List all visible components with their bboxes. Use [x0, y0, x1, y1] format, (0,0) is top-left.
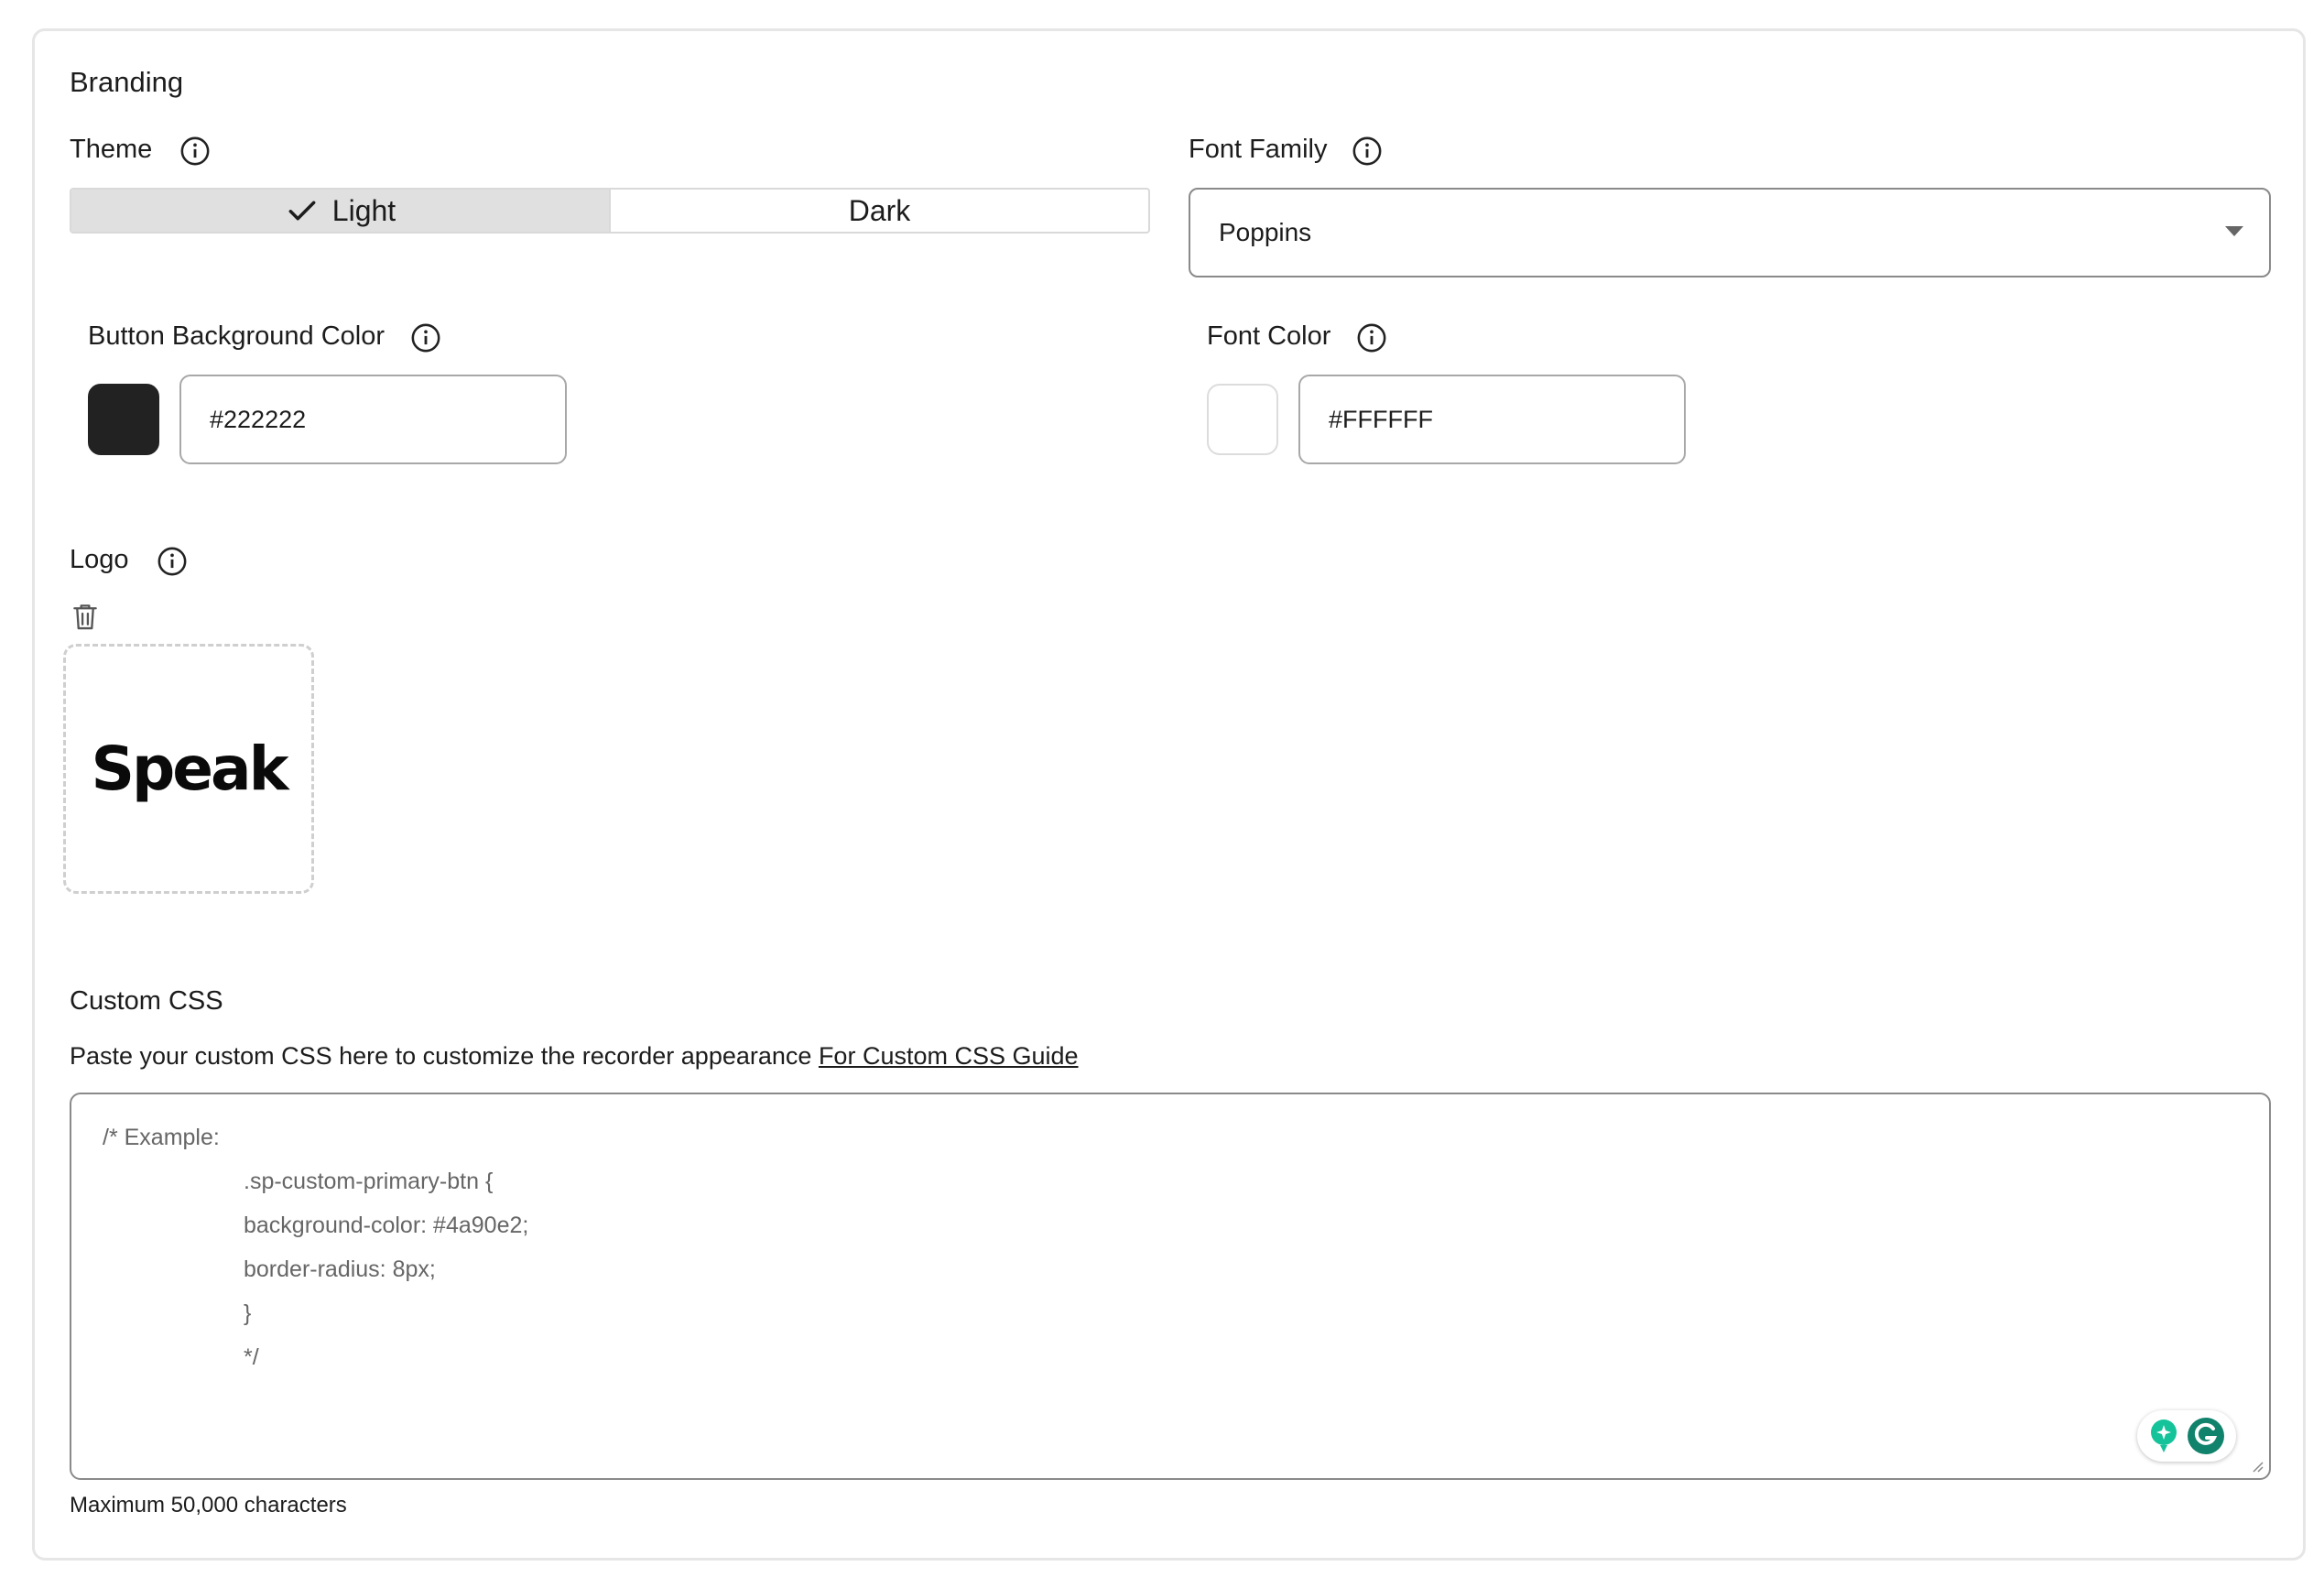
custom-css-guide-link[interactable]: For Custom CSS Guide [819, 1042, 1079, 1070]
custom-css-limit: Maximum 50,000 characters [70, 1493, 347, 1517]
grammarly-icon[interactable] [2186, 1416, 2226, 1456]
css-placeholder-line: */ [244, 1344, 259, 1370]
css-placeholder-line: } [244, 1300, 252, 1326]
grammarly-widget[interactable] [2137, 1410, 2236, 1462]
resize-handle-icon[interactable] [2249, 1458, 2264, 1473]
font-family-label: Font Family [1189, 135, 1328, 164]
caret-down-icon [2225, 226, 2243, 236]
font-color-swatch[interactable] [1207, 384, 1278, 455]
theme-option-dark[interactable]: Dark [609, 190, 1148, 232]
check-icon [285, 193, 320, 228]
custom-css-textarea[interactable]: /* Example: .sp-custom-primary-btn { bac… [70, 1093, 2271, 1480]
button-bg-color-swatch[interactable] [88, 384, 159, 455]
button-bg-color-label: Button Background Color [88, 321, 386, 351]
button-bg-color-info-icon[interactable] [410, 322, 441, 353]
logo-image: Speak [91, 734, 289, 804]
font-family-info-icon[interactable] [1352, 136, 1383, 167]
custom-css-title: Custom CSS [70, 986, 223, 1016]
font-color-label: Font Color [1207, 321, 1331, 351]
theme-option-light[interactable]: Light [71, 190, 609, 232]
font-color-input[interactable] [1298, 375, 1686, 464]
theme-toggle[interactable]: Light Dark [70, 188, 1150, 234]
trash-icon[interactable] [71, 602, 99, 631]
font-color-info-icon[interactable] [1356, 322, 1387, 353]
branding-title: Branding [70, 66, 184, 98]
font-family-select[interactable]: Poppins [1189, 188, 2271, 277]
theme-info-icon[interactable] [179, 136, 211, 167]
grammarly-suggestion-icon[interactable] [2148, 1418, 2179, 1454]
theme-option-light-label: Light [331, 193, 396, 227]
theme-label: Theme [70, 135, 153, 164]
custom-css-help: Paste your custom CSS here to customize … [70, 1042, 1079, 1071]
logo-upload-area[interactable]: Speak [63, 644, 314, 894]
css-placeholder-line: /* Example: [103, 1125, 220, 1150]
css-placeholder-line: .sp-custom-primary-btn { [244, 1169, 494, 1194]
font-family-value: Poppins [1219, 218, 1312, 246]
css-placeholder-line: background-color: #4a90e2; [244, 1213, 529, 1238]
logo-label: Logo [70, 545, 129, 574]
theme-option-dark-label: Dark [848, 193, 911, 227]
button-bg-color-input[interactable] [179, 375, 567, 464]
css-placeholder-line: border-radius: 8px; [244, 1256, 436, 1282]
custom-css-help-text: Paste your custom CSS here to customize … [70, 1042, 812, 1070]
logo-info-icon[interactable] [157, 546, 188, 577]
